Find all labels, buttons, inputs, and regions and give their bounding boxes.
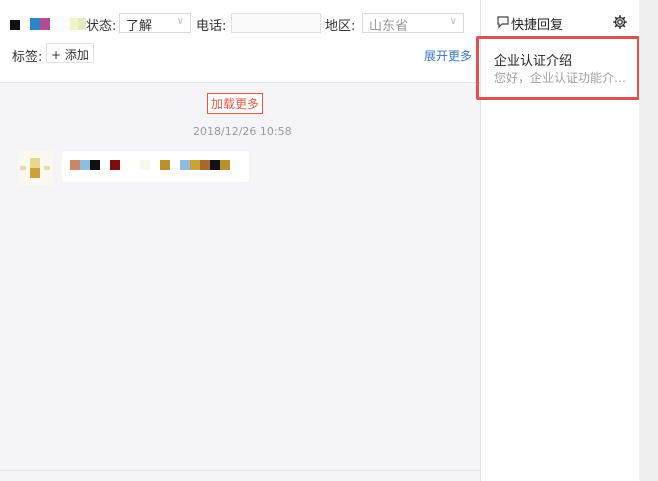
redacted-block xyxy=(160,160,170,170)
redacted-block xyxy=(78,18,86,30)
quick-reply-title: 快捷回复 xyxy=(511,18,564,33)
tags-label: 标签: xyxy=(12,50,43,65)
redacted-block xyxy=(30,18,40,30)
redacted-block xyxy=(210,160,220,170)
gear-icon[interactable] xyxy=(612,14,628,30)
phone-label: 电话: xyxy=(196,19,227,34)
phone-input[interactable] xyxy=(231,13,321,33)
region-label: 地区: xyxy=(325,19,356,34)
status-select[interactable]: 了解 ∨ xyxy=(119,13,191,34)
status-value: 了解 xyxy=(126,19,153,34)
redacted-block xyxy=(20,166,26,170)
redacted-block xyxy=(140,160,150,170)
redacted-block xyxy=(70,18,78,30)
quick-reply-panel: 快捷回复 企业认证介绍 您好，企业认证功能介… xyxy=(476,0,640,481)
contact-info-toolbar: 状态: 了解 ∨ 电话: 地区: 山东省 ∨ 标签: + 添加 展开更多 xyxy=(0,0,480,83)
message-bubble-redacted xyxy=(62,151,249,182)
scrollbar-track[interactable] xyxy=(639,0,658,481)
redacted-block xyxy=(44,166,50,170)
redacted-block xyxy=(200,160,210,170)
input-divider xyxy=(0,470,480,471)
chat-bubble-icon xyxy=(496,14,510,29)
status-label: 状态: xyxy=(86,19,117,34)
redacted-block xyxy=(220,160,230,170)
avatar xyxy=(19,151,53,185)
region-value: 山东省 xyxy=(369,19,409,34)
redacted-block xyxy=(40,18,50,30)
chevron-down-icon: ∨ xyxy=(176,16,184,27)
chevron-down-icon: ∨ xyxy=(449,16,457,27)
expand-more-link[interactable]: 展开更多 xyxy=(424,47,472,64)
redacted-block xyxy=(90,160,100,170)
add-tag-button[interactable]: + 添加 xyxy=(46,43,94,63)
redacted-block xyxy=(70,160,80,170)
redacted-block xyxy=(180,160,190,170)
redacted-block xyxy=(30,168,40,178)
highlight-box xyxy=(476,36,640,100)
message-timestamp: 2018/12/26 10:58 xyxy=(193,125,292,138)
redacted-block xyxy=(190,160,200,170)
contact-name-redacted xyxy=(10,20,20,30)
redacted-block xyxy=(80,160,90,170)
chat-pane: 状态: 了解 ∨ 电话: 地区: 山东省 ∨ 标签: + 添加 展开更多 加载更… xyxy=(0,0,481,481)
load-more-button[interactable]: 加载更多 xyxy=(207,93,264,114)
redacted-block xyxy=(30,158,40,168)
region-select[interactable]: 山东省 ∨ xyxy=(362,13,464,34)
redacted-block xyxy=(110,160,120,170)
